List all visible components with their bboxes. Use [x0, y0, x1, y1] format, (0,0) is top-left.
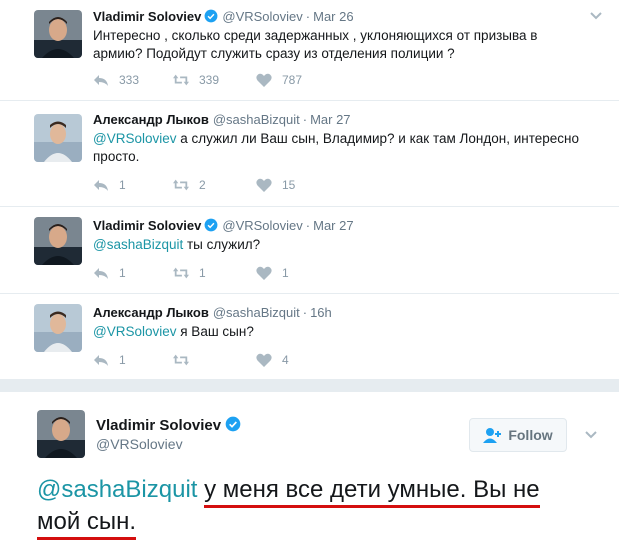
tweet-body: Интересно , сколько среди задержанных , …	[93, 28, 538, 61]
mention-link[interactable]: @VRSoloviev	[93, 324, 177, 339]
retweet-count: 339	[199, 73, 220, 87]
heart-icon	[256, 266, 272, 280]
timestamp[interactable]: 16h	[310, 305, 332, 320]
author-name[interactable]: Vladimir Soloviev	[93, 9, 201, 24]
reply-button[interactable]: 1	[93, 266, 126, 280]
retweet-count: 1	[199, 266, 206, 280]
retweet-button[interactable]	[173, 353, 199, 367]
follow-label: Follow	[508, 427, 553, 443]
author-name[interactable]: Vladimir Soloviev	[93, 218, 201, 233]
reply-button[interactable]: 1	[93, 178, 126, 192]
like-button[interactable]: 787	[256, 73, 302, 87]
reply-icon	[94, 180, 108, 191]
retweet-button[interactable]: 339	[173, 73, 219, 87]
author-handle[interactable]: @VRSoloviev	[222, 9, 302, 24]
heart-icon	[256, 353, 272, 367]
separator-dot: ·	[305, 218, 311, 233]
underlined-text: мой сын.	[37, 508, 137, 540]
chevron-down-icon[interactable]	[584, 428, 598, 442]
tweet-header: Vladimir Soloviev @VRSoloviev · Mar 27	[93, 218, 354, 234]
section-divider	[0, 380, 619, 392]
tweet-body: я Ваш сын?	[176, 324, 254, 339]
author-handle[interactable]: @VRSoloviev	[96, 436, 183, 452]
like-count: 4	[282, 353, 289, 367]
timestamp[interactable]: Mar 27	[313, 218, 353, 233]
tweet: Vladimir Soloviev @VRSoloviev · Mar 26 Инте…	[0, 0, 619, 101]
reply-count: 1	[119, 266, 126, 280]
like-button[interactable]: 1	[256, 266, 289, 280]
retweet-icon	[173, 267, 189, 279]
author-handle[interactable]: @VRSoloviev	[222, 218, 302, 233]
mention-link[interactable]: @VRSoloviev	[93, 131, 177, 146]
retweet-count: 2	[199, 178, 206, 192]
verified-icon	[204, 218, 218, 232]
avatar[interactable]	[34, 10, 82, 58]
reply-icon	[94, 355, 108, 366]
tweet-text: @VRSoloviev а служил ли Ваш сын, Владими…	[93, 130, 603, 166]
avatar[interactable]	[34, 217, 82, 265]
retweet-icon	[173, 354, 189, 366]
follow-user-icon	[483, 428, 502, 443]
chevron-down-icon[interactable]	[589, 9, 603, 23]
separator-dot: ·	[305, 9, 311, 24]
mention-link[interactable]: @sashaBizquit	[37, 476, 197, 503]
author-name[interactable]: Александр Лыков	[93, 305, 209, 320]
like-count: 1	[282, 266, 289, 280]
reply-count: 1	[119, 353, 126, 367]
reply-button[interactable]: 1	[93, 353, 126, 367]
reply-count: 333	[119, 73, 140, 87]
reply-icon	[94, 268, 108, 279]
reply-button[interactable]: 333	[93, 73, 139, 87]
author-name[interactable]: Vladimir Soloviev	[96, 416, 241, 434]
author-name-text: Vladimir Soloviev	[96, 417, 222, 434]
heart-icon	[256, 178, 272, 192]
like-button[interactable]: 4	[256, 353, 289, 367]
separator-dot: ·	[302, 112, 308, 127]
retweet-button[interactable]: 1	[173, 266, 206, 280]
timestamp[interactable]: Mar 27	[310, 112, 350, 127]
mention-link[interactable]: @sashaBizquit	[93, 237, 183, 252]
expanded-tweet: Vladimir Soloviev @VRSoloviev Follow @sa…	[0, 392, 619, 555]
author-name[interactable]: Александр Лыков	[93, 112, 209, 127]
verified-icon	[225, 416, 241, 432]
heart-icon	[256, 73, 272, 87]
tweet-text: @sashaBizquit ты служил?	[93, 236, 603, 254]
tweet: Vladimir Soloviev @VRSoloviev · Mar 27 @sas…	[0, 207, 619, 294]
timestamp[interactable]: Mar 26	[313, 9, 353, 24]
like-button[interactable]: 15	[256, 178, 295, 192]
follow-button[interactable]: Follow	[469, 418, 567, 452]
tweet: Александр Лыков @sashaBizquit · 16h @VRSolo…	[0, 294, 619, 380]
tweet-body: ты служил?	[183, 237, 261, 252]
like-count: 787	[282, 73, 303, 87]
like-count: 15	[282, 178, 296, 192]
avatar[interactable]	[37, 410, 85, 458]
separator-dot: ·	[302, 305, 308, 320]
retweet-icon	[173, 74, 189, 86]
tweet: Александр Лыков @sashaBizquit · Mar 27 @VRS…	[0, 101, 619, 207]
reply-icon	[94, 75, 108, 86]
underlined-text: у меня все дети умные. Вы не	[204, 476, 540, 508]
tweet-header: Александр Лыков @sashaBizquit · Mar 27	[93, 112, 351, 128]
verified-icon	[204, 9, 218, 23]
reply-count: 1	[119, 178, 126, 192]
tweet-text: @sashaBizquit у меня все дети умные. Вы …	[37, 474, 607, 540]
tweet-text: Интересно , сколько среди задержанных , …	[93, 27, 573, 63]
tweet-header: Vladimir Soloviev @VRSoloviev · Mar 26	[93, 9, 354, 25]
avatar[interactable]	[34, 114, 82, 162]
tweet-text: @VRSoloviev я Ваш сын?	[93, 323, 603, 341]
author-handle[interactable]: @sashaBizquit	[213, 112, 300, 127]
avatar[interactable]	[34, 304, 82, 352]
author-handle[interactable]: @sashaBizquit	[213, 305, 300, 320]
retweet-icon	[173, 179, 189, 191]
retweet-button[interactable]: 2	[173, 178, 206, 192]
tweet-header: Александр Лыков @sashaBizquit · 16h	[93, 305, 332, 321]
